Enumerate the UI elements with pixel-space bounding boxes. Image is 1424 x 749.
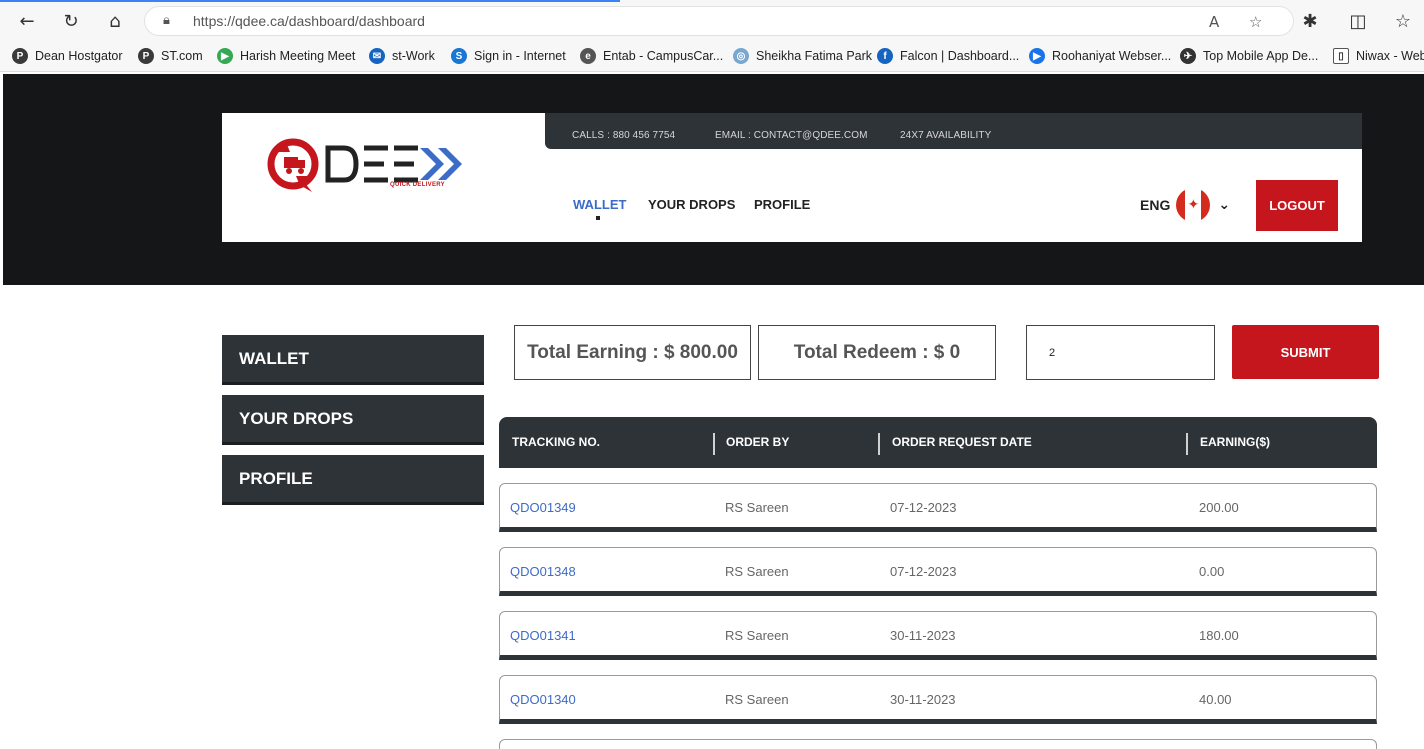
- total-earning-box: Total Earning : $ 800.00: [514, 325, 751, 380]
- email-text[interactable]: EMAIL : CONTACT@QDEE.COM: [715, 130, 868, 141]
- date-cell: 07-12-2023: [890, 500, 957, 515]
- bookmark-favicon-icon: ◎: [733, 48, 749, 64]
- order-by-cell: RS Sareen: [725, 564, 789, 579]
- bookmark-favicon-icon: P: [12, 48, 28, 64]
- url-text[interactable]: https://qdee.ca/dashboard/dashboard: [193, 13, 425, 29]
- earning-cell: 180.00: [1199, 628, 1239, 643]
- total-redeem-box: Total Redeem : $ 0: [758, 325, 996, 380]
- order-by-cell: RS Sareen: [725, 628, 789, 643]
- favorites-icon[interactable]: ☆: [1390, 8, 1416, 34]
- chevron-down-icon[interactable]: ⌄: [1218, 197, 1230, 213]
- bookmark-item[interactable]: e Entab - CampusCar...: [580, 48, 723, 64]
- language-selector[interactable]: ENG ✦ ⌄: [1140, 188, 1230, 222]
- browser-toolbar: ← ↻ ⌂ 🔒︎ https://qdee.ca/dashboard/dashb…: [0, 0, 1424, 42]
- availability-text: 24X7 AVAILABILITY: [900, 130, 992, 141]
- date-cell: 30-11-2023: [890, 628, 956, 643]
- bookmark-favicon-icon: P: [138, 48, 154, 64]
- canada-flag-icon: ✦: [1176, 188, 1211, 222]
- earning-cell: 200.00: [1199, 500, 1239, 515]
- bookmark-favicon-icon: S: [451, 48, 467, 64]
- language-label: ENG: [1140, 197, 1171, 213]
- lock-icon: 🔒︎: [163, 13, 170, 28]
- table-row: QDO01341 RS Sareen 30-11-2023 180.00: [499, 611, 1377, 660]
- bookmark-favicon-icon: f: [877, 48, 893, 64]
- bookmark-favicon-icon: ▶: [1029, 48, 1045, 64]
- bookmark-label: Top Mobile App De...: [1203, 49, 1319, 63]
- tracking-link[interactable]: QDO01340: [510, 692, 576, 707]
- sidebar-item-profile[interactable]: PROFILE: [222, 455, 484, 505]
- date-cell: 07-12-2023: [890, 564, 957, 579]
- bookmark-label: Entab - CampusCar...: [603, 49, 724, 63]
- tracking-link[interactable]: QDO01341: [510, 628, 576, 643]
- bookmark-item[interactable]: ▯ Niwax - Web: [1333, 48, 1424, 64]
- bookmarks-bar: P Dean Hostgator P ST.com ▶ Harish Meeting Me…: [0, 42, 1424, 72]
- order-by-cell: RS Sareen: [725, 500, 789, 515]
- bookmark-item[interactable]: P ST.com: [138, 48, 203, 64]
- table-header: TRACKING NO. ORDER BY ORDER REQUEST DATE…: [499, 417, 1377, 468]
- bookmark-label: Falcon | Dashboard...: [900, 49, 1020, 63]
- table-row: QDO01340 RS Sareen 30-11-2023 40.00: [499, 675, 1377, 724]
- bookmark-label: Sheikha Fatima Park: [756, 49, 873, 63]
- qdee-logo[interactable]: QUICK DELIVERY: [264, 136, 470, 196]
- col-header-earning: EARNING($): [1200, 435, 1271, 449]
- column-divider: [713, 433, 715, 455]
- bookmark-favicon-icon: ▯: [1333, 48, 1349, 64]
- split-screen-icon[interactable]: ◫: [1345, 8, 1371, 34]
- address-bar[interactable]: 🔒︎ https://qdee.ca/dashboard/dashboard A…: [144, 6, 1294, 36]
- column-divider: [1186, 433, 1188, 455]
- tracking-link[interactable]: QDO01349: [510, 500, 576, 515]
- bookmark-item[interactable]: ▶ Harish Meeting Meet: [217, 48, 355, 64]
- earning-cell: 0.00: [1199, 564, 1225, 579]
- home-icon[interactable]: ⌂: [102, 8, 128, 34]
- nav-your-drops[interactable]: YOUR DROPS: [648, 197, 735, 212]
- sidebar-item-wallet[interactable]: WALLET: [222, 335, 484, 385]
- bookmark-label: Roohaniyat Webser...: [1052, 49, 1172, 63]
- date-cell: 30-11-2023: [890, 692, 956, 707]
- redeem-amount-input[interactable]: [1026, 325, 1215, 380]
- submit-button[interactable]: SUBMIT: [1232, 325, 1379, 379]
- bookmark-label: ST.com: [161, 49, 203, 63]
- col-header-order-by: ORDER BY: [726, 435, 790, 449]
- bookmark-label: Niwax - Web: [1356, 49, 1424, 63]
- order-by-cell: RS Sareen: [725, 692, 789, 707]
- col-header-date: ORDER REQUEST DATE: [892, 435, 1032, 449]
- bookmark-label: Dean Hostgator: [35, 49, 123, 63]
- bookmark-label: Harish Meeting Meet: [240, 49, 356, 63]
- page-load-progress: [0, 0, 620, 2]
- bookmark-item[interactable]: ✈ Top Mobile App De...: [1180, 48, 1318, 64]
- bookmark-item[interactable]: S Sign in - Internet: [451, 48, 566, 64]
- column-divider: [878, 433, 880, 455]
- logo-tagline: QUICK DELIVERY: [390, 182, 445, 188]
- reload-icon[interactable]: ↻: [58, 8, 84, 34]
- extensions-icon[interactable]: ✱: [1297, 8, 1323, 34]
- bookmark-label: Sign in - Internet: [474, 49, 566, 63]
- nav-wallet[interactable]: WALLET: [573, 197, 626, 212]
- bookmark-favicon-icon: ✈: [1180, 48, 1196, 64]
- read-aloud-icon[interactable]: A: [1209, 13, 1219, 31]
- bookmark-favicon-icon: e: [580, 48, 596, 64]
- col-header-tracking: TRACKING NO.: [512, 435, 600, 449]
- bookmark-item[interactable]: f Falcon | Dashboard...: [877, 48, 1019, 64]
- bookmark-item[interactable]: ✉ st-Work: [369, 48, 435, 64]
- bookmark-favicon-icon: ▶: [217, 48, 233, 64]
- table-row: QDO01348 RS Sareen 07-12-2023 0.00: [499, 547, 1377, 596]
- active-nav-indicator: [596, 216, 600, 220]
- sidebar-item-your-drops[interactable]: YOUR DROPS: [222, 395, 484, 445]
- nav-profile[interactable]: PROFILE: [754, 197, 810, 212]
- logout-button[interactable]: LOGOUT: [1256, 180, 1338, 231]
- earning-cell: 40.00: [1199, 692, 1232, 707]
- contact-strip: CALLS : 880 456 7754 EMAIL : CONTACT@QDE…: [545, 113, 1362, 149]
- bookmark-item[interactable]: ◎ Sheikha Fatima Park: [733, 48, 872, 64]
- bookmark-item[interactable]: ▶ Roohaniyat Webser...: [1029, 48, 1171, 64]
- table-row: QDO01349 RS Sareen 07-12-2023 200.00: [499, 483, 1377, 532]
- favorite-star-icon[interactable]: ☆: [1249, 13, 1262, 31]
- bookmark-favicon-icon: ✉: [369, 48, 385, 64]
- calls-text: CALLS : 880 456 7754: [572, 130, 676, 141]
- bookmark-label: st-Work: [392, 49, 435, 63]
- tracking-link[interactable]: QDO01348: [510, 564, 576, 579]
- back-arrow-icon[interactable]: ←: [14, 8, 40, 34]
- bookmark-item[interactable]: P Dean Hostgator: [12, 48, 123, 64]
